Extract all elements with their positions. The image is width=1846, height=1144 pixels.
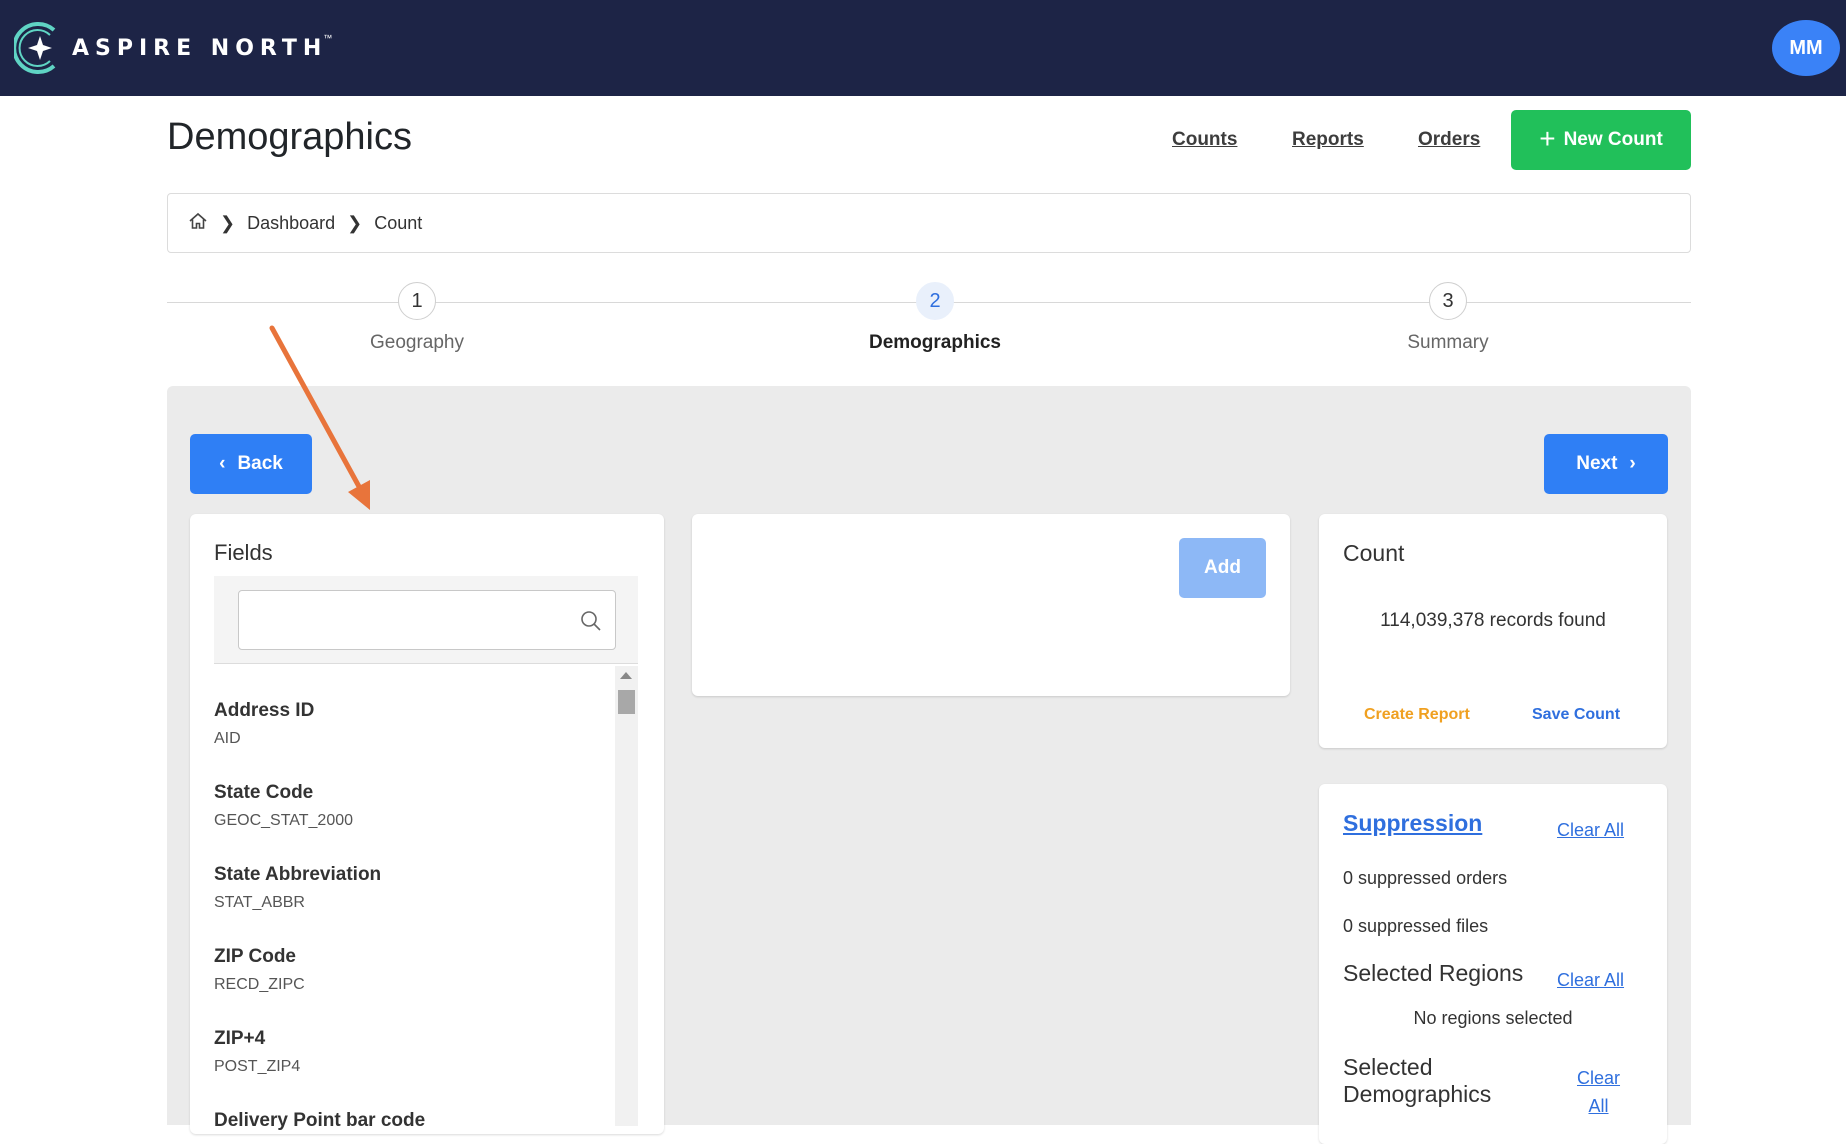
reports-link[interactable]: Reports — [1292, 129, 1364, 151]
workspace-panel: ‹ Back Next › Fields Address ID AID Stat… — [167, 386, 1691, 1144]
step-number: 1 — [398, 282, 436, 320]
step-label: Demographics — [869, 332, 1001, 353]
fields-scrollbar[interactable] — [615, 666, 638, 1126]
records-found: 114,039,378 records found — [1380, 610, 1606, 631]
step-label: Summary — [1407, 332, 1489, 353]
compass-logo-icon — [14, 22, 56, 74]
suppressed-files-text: 0 suppressed files — [1343, 916, 1489, 936]
plus-icon: + — [1539, 122, 1556, 154]
field-item-address-id[interactable]: Address ID AID — [214, 700, 314, 748]
suppressed-orders-text: 0 suppressed orders — [1343, 868, 1508, 888]
brand-logo[interactable]: ASPIRE NORTH ™ — [14, 18, 332, 78]
next-label: Next — [1576, 453, 1618, 474]
breadcrumb-count: Count — [374, 212, 423, 233]
chevron-left-icon: ‹ — [219, 453, 226, 474]
suppression-card: Suppression Clear All 0 suppressed order… — [1319, 784, 1667, 1144]
scroll-up-arrow-icon[interactable] — [620, 672, 632, 679]
next-button[interactable]: Next › — [1544, 434, 1668, 494]
save-count-link[interactable]: Save Count — [1532, 706, 1620, 724]
page-title: Demographics — [167, 116, 412, 158]
fields-card: Fields Address ID AID State Code GEOC_ST… — [190, 514, 664, 1134]
demographics-clear-all[interactable]: Clear All — [1577, 1064, 1620, 1120]
annotation-arrow-icon — [269, 325, 370, 510]
new-count-label: New Count — [1563, 129, 1663, 150]
count-card: Count 114,039,378 records found Create R… — [1319, 514, 1667, 748]
add-button[interactable]: Add — [1179, 538, 1266, 598]
new-count-button[interactable]: + New Count — [1511, 110, 1691, 170]
count-title: Count — [1343, 540, 1405, 566]
scroll-thumb[interactable] — [618, 690, 635, 714]
home-icon[interactable] — [188, 211, 208, 236]
step-number: 3 — [1429, 282, 1467, 320]
step-number: 2 — [916, 282, 954, 320]
criteria-builder-card: Add — [692, 514, 1290, 696]
field-item-zip4[interactable]: ZIP+4 POST_ZIP4 — [214, 1028, 300, 1076]
chevron-right-icon: ❯ — [220, 212, 236, 233]
field-item-state-code[interactable]: State Code GEOC_STAT_2000 — [214, 782, 353, 830]
top-navbar: ASPIRE NORTH ™ MM — [0, 0, 1846, 96]
fields-title: Fields — [214, 540, 273, 565]
selected-demographics-title: Selected Demographics — [1343, 1054, 1492, 1107]
field-item-state-abbreviation[interactable]: State Abbreviation STAT_ABBR — [214, 864, 381, 912]
step-demographics[interactable]: 2 Demographics — [785, 282, 1085, 354]
search-icon[interactable] — [579, 609, 603, 633]
suppression-link[interactable]: Suppression — [1343, 810, 1482, 837]
create-report-link[interactable]: Create Report — [1364, 706, 1470, 724]
selected-regions-title: Selected Regions — [1343, 960, 1524, 986]
trademark-mark: ™ — [323, 33, 333, 43]
field-item-zip-code[interactable]: ZIP Code RECD_ZIPC — [214, 946, 305, 994]
fields-search-input[interactable] — [238, 590, 616, 650]
user-avatar[interactable]: MM — [1772, 20, 1840, 76]
brand-name: ASPIRE NORTH — [72, 35, 328, 61]
chevron-right-icon: › — [1629, 453, 1636, 474]
breadcrumb: ❯ Dashboard ❯ Count — [167, 193, 1691, 253]
regions-clear-all[interactable]: Clear All — [1557, 970, 1624, 991]
suppression-clear-all[interactable]: Clear All — [1557, 820, 1624, 841]
fields-search-area — [214, 576, 638, 664]
chevron-right-icon: ❯ — [347, 212, 363, 233]
no-regions-text: No regions selected — [1413, 1008, 1573, 1028]
counts-link[interactable]: Counts — [1172, 129, 1237, 151]
step-summary[interactable]: 3 Summary — [1298, 282, 1598, 354]
field-item-delivery-point[interactable]: Delivery Point bar code — [214, 1110, 425, 1132]
orders-link[interactable]: Orders — [1418, 129, 1480, 151]
breadcrumb-dashboard[interactable]: Dashboard — [247, 213, 335, 234]
